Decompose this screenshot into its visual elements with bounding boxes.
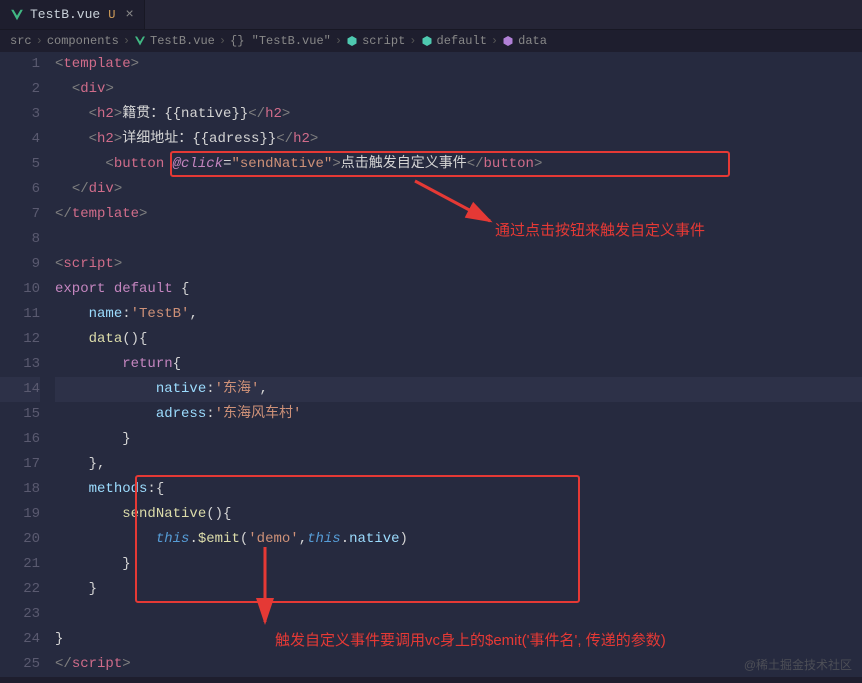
chevron-right-icon: › <box>219 34 226 48</box>
chevron-right-icon: › <box>335 34 342 48</box>
line-number: 5 <box>0 152 40 177</box>
annotation-text: 通过点击按钮来触发自定义事件 <box>495 219 705 240</box>
line-number: 23 <box>0 602 40 627</box>
chevron-right-icon: › <box>491 34 498 48</box>
line-number: 24 <box>0 627 40 652</box>
tab-modified-indicator: U <box>108 8 115 22</box>
line-number: 3 <box>0 102 40 127</box>
line-number: 10 <box>0 277 40 302</box>
breadcrumb-item[interactable]: components <box>47 34 119 48</box>
line-number: 21 <box>0 552 40 577</box>
chevron-right-icon: › <box>36 34 43 48</box>
code-line: }, <box>55 452 862 477</box>
code-line: } <box>55 552 862 577</box>
line-number: 7 <box>0 202 40 227</box>
watermark: @稀土掘金技术社区 <box>744 656 852 673</box>
code-line: sendNative(){ <box>55 502 862 527</box>
code-line: this.$emit('demo',this.native) <box>55 527 862 552</box>
code-line: </template> <box>55 202 862 227</box>
line-gutter: 1 2 3 4 5 6 7 8 9 10 11 12 13 14 15 16 1… <box>0 52 55 677</box>
line-number: 12 <box>0 327 40 352</box>
line-number: 25 <box>0 652 40 677</box>
breadcrumb-item[interactable]: src <box>10 34 32 48</box>
line-number: 13 <box>0 352 40 377</box>
method-icon <box>502 35 514 47</box>
line-number: 1 <box>0 52 40 77</box>
cube-icon <box>346 35 358 47</box>
line-number: 18 <box>0 477 40 502</box>
code-line: <h2>籍贯：{{native}}</h2> <box>55 102 862 127</box>
file-tab[interactable]: TestB.vue U × <box>0 0 145 29</box>
line-number: 16 <box>0 427 40 452</box>
breadcrumb-item[interactable]: data <box>518 34 547 48</box>
breadcrumb-item[interactable]: TestB.vue <box>150 34 215 48</box>
line-number: 19 <box>0 502 40 527</box>
code-line: native:'东海', <box>55 377 862 402</box>
breadcrumb: src › components › TestB.vue › {} "TestB… <box>0 30 862 52</box>
line-number: 2 <box>0 77 40 102</box>
code-line <box>55 602 862 627</box>
tab-bar: TestB.vue U × <box>0 0 862 30</box>
breadcrumb-item[interactable]: default <box>437 34 487 48</box>
code-editor[interactable]: 1 2 3 4 5 6 7 8 9 10 11 12 13 14 15 16 1… <box>0 52 862 677</box>
code-line: <button @click="sendNative">点击触发自定义事件</b… <box>55 152 862 177</box>
code-line: </script> <box>55 652 862 677</box>
line-number: 15 <box>0 402 40 427</box>
vue-icon <box>134 35 146 47</box>
tab-name: TestB.vue <box>30 7 100 22</box>
code-line: <template> <box>55 52 862 77</box>
chevron-right-icon: › <box>409 34 416 48</box>
line-number: 9 <box>0 252 40 277</box>
code-line: return{ <box>55 352 862 377</box>
chevron-right-icon: › <box>123 34 130 48</box>
code-line: <script> <box>55 252 862 277</box>
line-number: 8 <box>0 227 40 252</box>
code-line: export default { <box>55 277 862 302</box>
line-number: 11 <box>0 302 40 327</box>
cube-icon <box>421 35 433 47</box>
annotation-text: 触发自定义事件要调用vc身上的$emit('事件名', 传递的参数) <box>275 629 666 650</box>
breadcrumb-item[interactable]: script <box>362 34 405 48</box>
code-line: <h2>详细地址：{{adress}}</h2> <box>55 127 862 152</box>
line-number: 14 <box>0 377 40 402</box>
code-line: </div> <box>55 177 862 202</box>
code-line: name:'TestB', <box>55 302 862 327</box>
code-line: data(){ <box>55 327 862 352</box>
line-number: 6 <box>0 177 40 202</box>
breadcrumb-item[interactable]: {} "TestB.vue" <box>230 34 331 48</box>
line-number: 17 <box>0 452 40 477</box>
close-icon[interactable]: × <box>125 7 133 23</box>
code-line: } <box>55 427 862 452</box>
code-line <box>55 227 862 252</box>
line-number: 4 <box>0 127 40 152</box>
code-line: adress:'东海风车村' <box>55 402 862 427</box>
code-line: } <box>55 577 862 602</box>
code-line: <div> <box>55 77 862 102</box>
vue-icon <box>10 8 24 22</box>
line-number: 22 <box>0 577 40 602</box>
code-line: methods:{ <box>55 477 862 502</box>
line-number: 20 <box>0 527 40 552</box>
code-content[interactable]: <template> <div> <h2>籍贯：{{native}}</h2> … <box>55 52 862 677</box>
